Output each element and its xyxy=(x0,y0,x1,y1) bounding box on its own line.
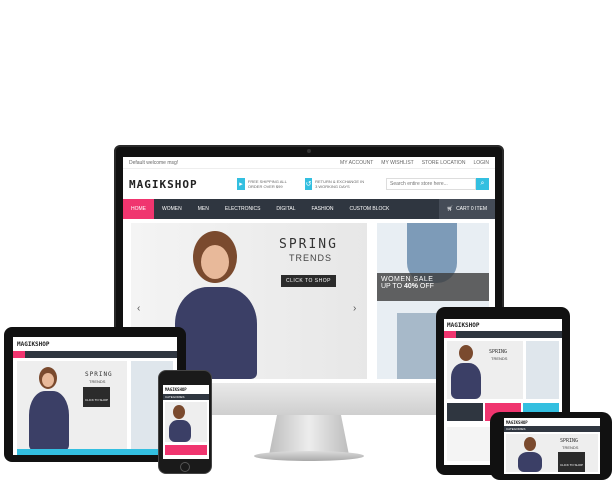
nav-electronics[interactable]: ELECTRONICS xyxy=(217,199,269,219)
nav-custom-block[interactable]: CUSTOM BLOCK xyxy=(341,199,397,219)
tablet-landscape-screen: MAGIKSHOP SPRING TRENDS CLICK TO SHOP xyxy=(13,337,177,455)
tablet-hero: SPRING TRENDS CLICK TO SHOP xyxy=(17,361,127,451)
phone-landscape-logo: MAGIKSHOP xyxy=(506,419,528,425)
sale-percent: 40% xyxy=(403,283,418,290)
phone-landscape: MAGIKSHOP CATEGORIES SPRING TRENDS CLICK… xyxy=(490,412,612,480)
nav-digital[interactable]: DIGITAL xyxy=(268,199,303,219)
tablet-nav xyxy=(13,351,177,358)
phone-logo: MAGIKSHOP xyxy=(165,387,187,392)
phone-portrait: MAGIKSHOP CATEGORIES xyxy=(158,370,212,474)
hero-title: SPRING xyxy=(279,237,338,252)
tablet-shop-label: CLICK TO SHOP xyxy=(85,398,109,402)
sale-prefix: UP TO xyxy=(381,283,404,290)
tablet-hero-subtitle: TRENDS xyxy=(89,379,106,384)
sale-title: WOMEN SALE xyxy=(381,276,434,283)
nav-fashion[interactable]: FASHION xyxy=(304,199,342,219)
welcome-message: Default welcome msg! xyxy=(129,159,179,166)
search-icon: ⌕ xyxy=(480,180,485,187)
phone-hero xyxy=(165,402,207,442)
search-input[interactable] xyxy=(386,178,476,190)
my-account-link[interactable]: MY ACCOUNT xyxy=(340,160,373,166)
phone-landscape-shop-label: CLICK TO SHOP xyxy=(560,463,584,467)
return-text: RETURN & EXCHANGE IN 3 WORKING DAYS xyxy=(315,179,365,189)
sale-caption: WOMEN SALE UP TO 40% OFF xyxy=(377,273,489,301)
phone-landscape-screen: MAGIKSHOP CATEGORIES SPRING TRENDS CLICK… xyxy=(504,418,600,474)
sale-subtitle: UP TO 40% OFF xyxy=(381,283,485,290)
truck-icon: ▸ xyxy=(237,178,245,190)
tablet-portrait-hero: SPRING TRENDS xyxy=(447,341,523,399)
cart-icon: 🛒︎ xyxy=(446,206,454,212)
responsive-devices-mockup: Default welcome msg! MY ACCOUNT MY WISHL… xyxy=(0,0,616,500)
tablet-hero-title: SPRING xyxy=(85,371,113,378)
main-nav: HOME WOMEN MEN ELECTRONICS DIGITAL FASHI… xyxy=(123,199,495,219)
nav-men[interactable]: MEN xyxy=(190,199,217,219)
return-icon: ↺ xyxy=(305,178,313,190)
site-header: MAGIKSHOP ▸ FREE SHIPPING ALL ORDER OVER… xyxy=(123,169,495,199)
tablet-shop-button[interactable]: CLICK TO SHOP xyxy=(83,387,111,407)
search-box: ⌕ xyxy=(386,178,489,190)
tablet-portrait-logo: MAGIKSHOP xyxy=(447,321,480,329)
my-wishlist-link[interactable]: MY WISHLIST xyxy=(381,160,413,166)
cart-label: CART 0 ITEM xyxy=(456,206,487,212)
phone-portrait-screen: MAGIKSHOP CATEGORIES xyxy=(163,385,209,459)
click-to-shop-button[interactable]: CLICK TO SHOP xyxy=(281,275,336,287)
phone-landscape-hero: SPRING TRENDS CLICK TO SHOP xyxy=(506,434,598,472)
monitor-stand xyxy=(269,415,349,455)
phone-categories-bar[interactable]: CATEGORIES xyxy=(163,394,209,400)
free-shipping-promo: ▸ FREE SHIPPING ALL ORDER OVER $99 xyxy=(237,178,297,190)
cart-button[interactable]: 🛒︎ CART 0 ITEM xyxy=(438,199,495,219)
phone-promo-block xyxy=(165,445,207,455)
tablet-portrait-side xyxy=(526,341,559,399)
monitor-base xyxy=(254,451,364,461)
top-links: MY ACCOUNT MY WISHLIST STORE LOCATION LO… xyxy=(340,160,489,166)
login-link[interactable]: LOGIN xyxy=(473,160,489,166)
tablet-portrait-subtitle: TRENDS xyxy=(491,356,508,361)
sale-suffix: OFF xyxy=(417,283,434,290)
return-promo: ↺ RETURN & EXCHANGE IN 3 WORKING DAYS xyxy=(305,178,365,190)
nav-home[interactable]: HOME xyxy=(123,199,154,219)
phone-home-button[interactable] xyxy=(180,462,190,472)
search-button[interactable]: ⌕ xyxy=(476,178,489,190)
phone-landscape-shop-button[interactable]: CLICK TO SHOP xyxy=(558,452,586,472)
tablet-portrait-title: SPRING xyxy=(489,349,508,355)
camera xyxy=(307,149,311,153)
tablet-footer-bar xyxy=(17,449,173,455)
prev-arrow-icon[interactable]: ‹ xyxy=(137,303,140,314)
tablet-logo: MAGIKSHOP xyxy=(17,340,50,348)
phone-categories-label: CATEGORIES xyxy=(165,395,185,399)
free-shipping-text: FREE SHIPPING ALL ORDER OVER $99 xyxy=(247,179,287,189)
next-arrow-icon[interactable]: › xyxy=(353,303,356,314)
top-bar: Default welcome msg! MY ACCOUNT MY WISHL… xyxy=(123,157,495,169)
phone-landscape-categories-label: CATEGORIES xyxy=(506,427,526,431)
store-location-link[interactable]: STORE LOCATION xyxy=(422,160,466,166)
nav-women[interactable]: WOMEN xyxy=(154,199,190,219)
site-logo[interactable]: MAGIKSHOP xyxy=(129,178,229,191)
phone-landscape-title: SPRING xyxy=(560,438,579,444)
tablet-portrait-nav xyxy=(444,331,562,338)
hero-subtitle: TRENDS xyxy=(289,253,333,263)
phone-landscape-subtitle: TRENDS xyxy=(562,445,579,450)
phone-landscape-categories[interactable]: CATEGORIES xyxy=(504,426,600,432)
